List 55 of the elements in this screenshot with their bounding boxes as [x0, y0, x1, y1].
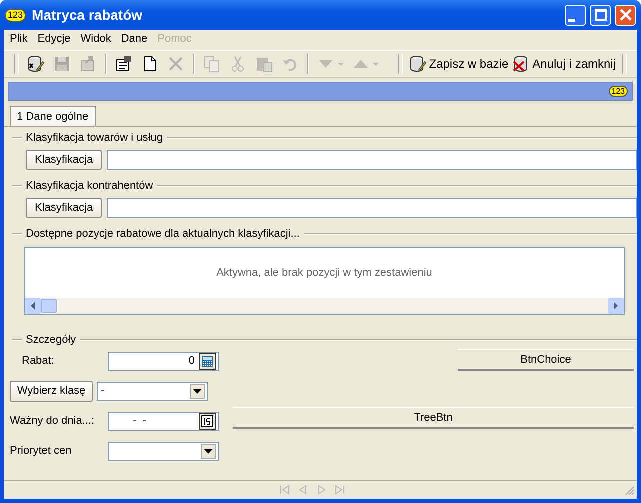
- minimize-icon: [568, 18, 575, 22]
- group-title: Dostępne pozycje rabatowe dla aktualnych klasyfikacji...: [26, 228, 300, 240]
- positions-list[interactable]: Aktywna, ale brak pozycji w tym zestawieniu: [24, 247, 625, 315]
- tab[interactable]: 1 Dane ogólne: [10, 106, 96, 126]
- close-button[interactable]: [615, 4, 636, 26]
- database-pencil-icon: [409, 55, 428, 73]
- dropdown-arrow-icon: [204, 448, 213, 454]
- choice-button[interactable]: BtnChoice: [458, 349, 634, 371]
- field-label: Priorytet cen: [10, 445, 73, 457]
- field-label: Rabat:: [21, 355, 56, 367]
- export-icon: [79, 55, 97, 73]
- classification-button[interactable]: Klasyfikacja: [26, 198, 102, 218]
- close-icon: [620, 9, 632, 21]
- copy-icon: [203, 55, 221, 73]
- calculator-icon[interactable]: [199, 352, 216, 370]
- field-label: Ważny do dnia...:: [10, 415, 96, 427]
- database-pencil-icon: [27, 55, 45, 73]
- group-title: Szczegóły: [26, 334, 76, 346]
- menu-item[interactable]: Plik: [10, 33, 28, 45]
- floppy-icon: [53, 55, 71, 73]
- tree-button[interactable]: TreeBtn: [233, 407, 634, 429]
- record-navigation-drawing: [280, 484, 348, 496]
- classification-field[interactable]: [107, 198, 637, 218]
- properties-icon: [115, 55, 133, 73]
- toolbar-button[interactable]: Zapisz w bazie: [407, 53, 511, 75]
- dropdown-arrow-icon: [193, 388, 202, 394]
- priority-combo[interactable]: [108, 442, 219, 460]
- window-title: Matryca rabatów: [32, 7, 143, 23]
- date-field[interactable]: - -: [108, 412, 219, 430]
- horizontal-scrollbar[interactable]: [25, 298, 624, 314]
- group-title: Klasyfikacja kontrahentów: [26, 180, 154, 192]
- classification-field[interactable]: [107, 150, 637, 170]
- cut-icon: [229, 55, 247, 73]
- group-title: Klasyfikacja towarów i usług: [26, 132, 163, 144]
- rabat-field[interactable]: 0: [108, 352, 219, 370]
- calendar-icon[interactable]: [199, 412, 216, 430]
- paste-icon: [255, 55, 273, 73]
- toolbar-button[interactable]: Anuluj i zamknij: [510, 53, 618, 75]
- scroll-thumb[interactable]: [41, 299, 57, 313]
- choose-class-button[interactable]: Wybierz klasę: [10, 380, 93, 402]
- menu-item[interactable]: Edycje: [38, 33, 71, 45]
- delete-icon: [167, 55, 185, 73]
- minimize-button[interactable]: [565, 4, 586, 26]
- caret-icon: [373, 62, 379, 66]
- counter-badge: 123: [608, 86, 628, 97]
- menu-item[interactable]: Dane: [121, 33, 148, 45]
- class-combo[interactable]: -: [97, 382, 208, 400]
- classification-button[interactable]: Klasyfikacja: [26, 150, 102, 170]
- resize-grip-icon[interactable]: [623, 484, 635, 496]
- caret-icon: [338, 62, 344, 66]
- maximize-button[interactable]: [590, 4, 611, 26]
- empty-message: Aktywna, ale brak pozycji w tym zestawieniu: [216, 267, 432, 279]
- maximize-icon: [594, 9, 606, 21]
- menu-item[interactable]: Widok: [80, 33, 112, 45]
- app-badge: 123: [5, 8, 26, 22]
